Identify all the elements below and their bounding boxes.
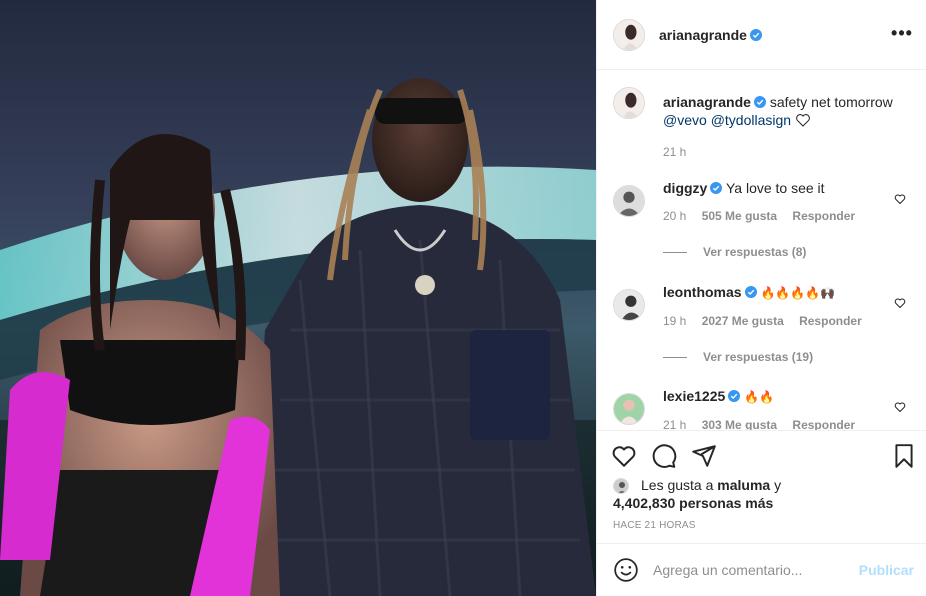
likes-prefix: Les gusta a [641,477,714,493]
caption: arianagrande safety net tomorrow @vevo @… [613,87,910,185]
reply-button[interactable]: Responder [799,314,862,328]
reply-button[interactable]: Responder [792,209,855,223]
post-header: arianagrande ••• [597,0,926,70]
mention-tydollasign[interactable]: @tydollasign [711,112,791,128]
author-avatar[interactable] [613,87,645,119]
view-replies-label: Ver respuestas (19) [703,350,814,364]
caption-text: safety net tomorrow [769,94,893,110]
comment-time[interactable]: 19 h [663,314,686,328]
view-replies-button[interactable]: Ver respuestas (19) [663,348,878,366]
white-heart-emoji-icon [796,114,810,127]
comments-list[interactable]: arianagrande safety net tomorrow @vevo @… [597,71,926,430]
like-comment-heart-icon[interactable] [894,297,906,309]
save-bookmark-icon[interactable] [891,443,917,469]
like-comment-heart-icon[interactable] [894,401,906,413]
commenter-avatar[interactable] [613,289,645,321]
view-replies-button[interactable]: Ver respuestas (8) [663,243,878,261]
comment-item: leonthomas 🔥🔥🔥🔥🙌🏿 19 h 2027 Me gusta Res… [613,284,910,393]
comment-item: diggzy Ya love to see it 20 h 505 Me gus… [613,180,910,289]
like-heart-icon[interactable] [611,443,637,469]
comment-item: lexie1225 🔥🔥 21 h 303 Me gusta Responder [613,388,910,430]
caption-username[interactable]: arianagrande [663,94,751,110]
publish-button[interactable]: Publicar [859,562,914,578]
likes-joiner: y [774,477,782,493]
verified-badge-icon [749,28,762,41]
commenter-username[interactable]: leonthomas [663,284,742,300]
post-panel: arianagrande ••• arianagrande safety net… [596,0,926,596]
add-comment-bar: Agrega un comentario... Publicar [597,543,926,596]
caption-time[interactable]: 21 h [663,145,686,159]
post-timestamp[interactable]: HACE 21 HORAS [613,520,696,531]
commenter-avatar[interactable] [613,393,645,425]
replies-line [663,251,687,253]
comment-input[interactable]: Agrega un comentario... [653,562,859,578]
commenter-username[interactable]: diggzy [663,180,707,196]
verified-badge-icon [728,390,741,402]
emoji-icon[interactable] [613,557,639,583]
like-comment-heart-icon[interactable] [894,193,906,205]
view-replies-label: Ver respuestas (8) [703,245,807,259]
comment-bubble-icon[interactable] [651,443,677,469]
comment-text: 🔥🔥 [744,390,775,404]
commenter-username[interactable]: lexie1225 [663,388,725,404]
verified-badge-icon [744,286,757,298]
comment-likes[interactable]: 2027 Me gusta [702,314,784,328]
likes-summary: Les gusta a maluma y 4,402,830 personas … [613,476,910,512]
mention-vevo[interactable]: @vevo [663,112,707,128]
replies-line [663,356,687,358]
liker-avatar[interactable] [613,478,629,494]
comment-text: 🔥🔥🔥🔥🙌🏿 [760,286,836,300]
author-avatar[interactable] [613,18,645,51]
share-direct-icon[interactable] [691,443,717,469]
comment-text: Ya love to see it [725,180,825,196]
comment-likes[interactable]: 505 Me gusta [702,209,777,223]
post-image [0,0,596,596]
liker-username[interactable]: maluma [717,477,770,493]
comment-time[interactable]: 21 h [663,418,686,430]
post-photo[interactable] [0,0,596,596]
commenter-avatar[interactable] [613,185,645,217]
comment-likes[interactable]: 303 Me gusta [702,418,777,430]
author-username[interactable]: arianagrande [659,27,747,43]
verified-badge-icon [710,182,723,194]
action-bar [597,430,926,480]
comment-time[interactable]: 20 h [663,209,686,223]
likes-count[interactable]: 4,402,830 personas más [613,494,910,512]
more-options-icon[interactable]: ••• [890,24,914,44]
verified-badge-icon [753,96,766,108]
reply-button[interactable]: Responder [792,418,855,430]
